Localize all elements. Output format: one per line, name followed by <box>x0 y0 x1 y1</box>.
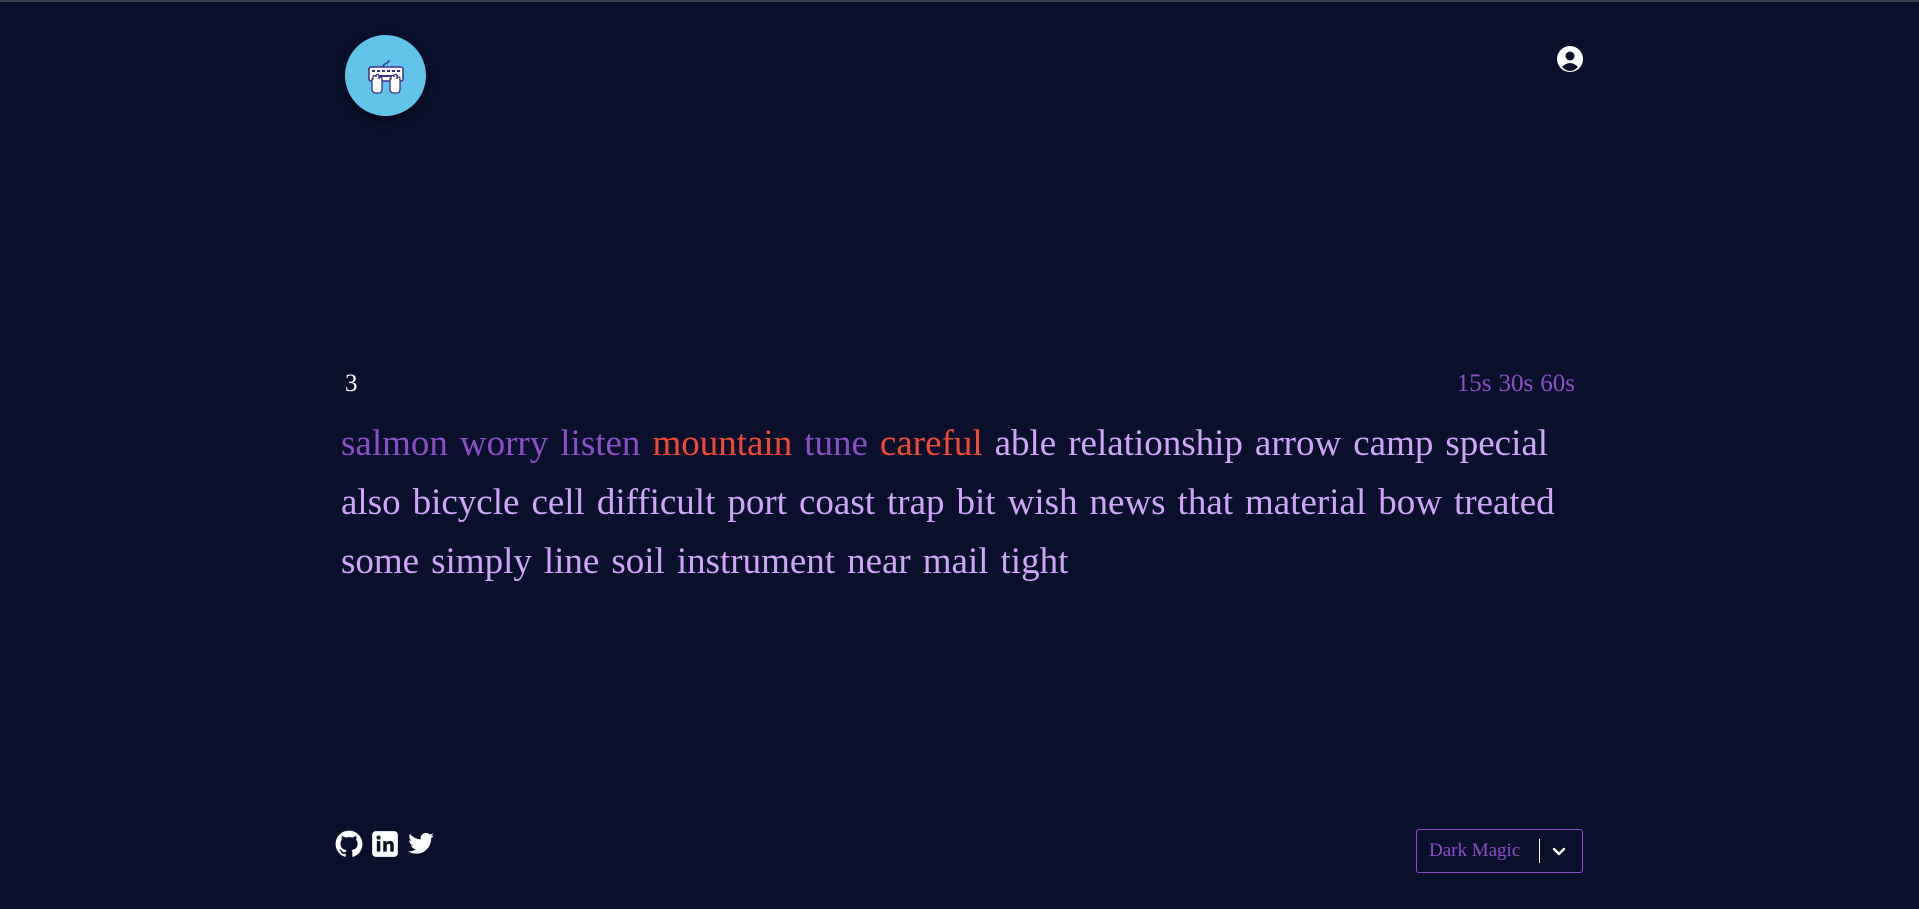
social-links <box>335 830 435 858</box>
word: also <box>341 482 401 523</box>
word: mountain <box>652 423 793 464</box>
theme-select-separator <box>1539 839 1540 863</box>
word: worry <box>459 423 549 464</box>
theme-select[interactable]: Dark Magic <box>1416 829 1583 873</box>
twitter-link[interactable] <box>407 830 435 858</box>
word: salmon <box>341 423 448 464</box>
time-option-30s[interactable]: 30s <box>1499 370 1534 398</box>
word: coast <box>798 482 875 523</box>
word: some <box>341 541 420 582</box>
keyboard-hands-icon <box>367 59 404 94</box>
word: simply <box>431 541 532 582</box>
word: line <box>543 541 600 582</box>
countdown-timer: 3 <box>345 370 358 397</box>
word: careful <box>879 423 983 464</box>
linkedin-icon <box>372 831 398 857</box>
word: that <box>1177 482 1234 523</box>
word: soil <box>611 541 665 582</box>
linkedin-link[interactable] <box>371 830 399 858</box>
word: bicycle <box>412 482 520 523</box>
user-circle-icon[interactable] <box>1556 45 1584 73</box>
word: cell <box>531 482 585 523</box>
time-option-60s[interactable]: 60s <box>1540 370 1575 398</box>
word: material <box>1245 482 1367 523</box>
word: instrument <box>676 541 836 582</box>
word: wish <box>1007 482 1078 523</box>
logo[interactable] <box>345 35 426 116</box>
word: able <box>994 423 1057 464</box>
word: bit <box>956 482 996 523</box>
typing-words[interactable]: salmon worry listen mountain tune careful able… <box>341 414 1601 591</box>
word: mail <box>922 541 989 582</box>
github-link[interactable] <box>335 830 363 858</box>
word: bow <box>1378 482 1442 523</box>
word: trap <box>887 482 945 523</box>
word: relationship <box>1068 423 1243 464</box>
word: tight <box>1000 541 1069 582</box>
word: arrow <box>1254 423 1342 464</box>
word: special <box>1445 423 1549 464</box>
word: difficult <box>596 482 716 523</box>
chevron-down-icon[interactable] <box>1550 842 1568 860</box>
window-top-border <box>0 0 1919 2</box>
word: tune <box>804 423 868 464</box>
time-option-15s[interactable]: 15s <box>1457 370 1492 398</box>
twitter-icon <box>408 832 434 854</box>
github-icon <box>335 830 363 857</box>
theme-select-value: Dark Magic <box>1429 840 1521 861</box>
word: port <box>727 482 787 523</box>
word: news <box>1089 482 1166 523</box>
word: near <box>847 541 911 582</box>
word: treated <box>1453 482 1555 523</box>
word: camp <box>1353 423 1434 464</box>
word: listen <box>560 423 641 464</box>
time-options: 15s 30s 60s <box>1457 370 1575 398</box>
